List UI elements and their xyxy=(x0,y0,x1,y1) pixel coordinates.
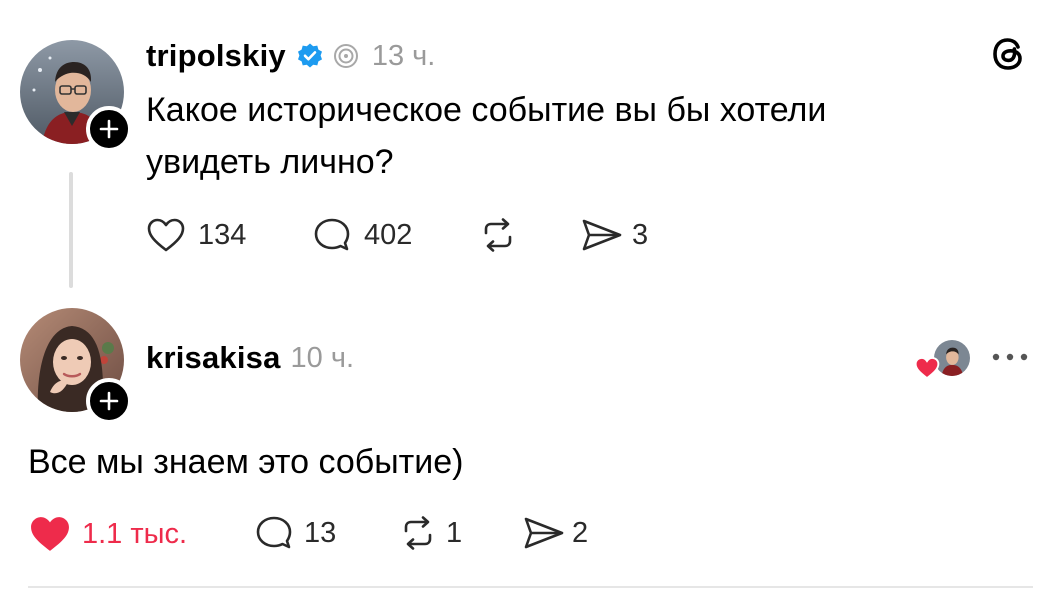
comment-icon xyxy=(256,516,292,549)
more-icon[interactable] xyxy=(990,350,1030,369)
post-time: 13 ч. xyxy=(371,39,436,72)
threads-logo-icon[interactable] xyxy=(988,34,1028,79)
plus-icon xyxy=(99,391,119,411)
heart-icon xyxy=(147,218,185,252)
repost-icon xyxy=(404,516,432,550)
reply-button[interactable]: 402 xyxy=(312,216,412,254)
like-count: 1.1 тыс. xyxy=(82,517,188,550)
share-count: 2 xyxy=(572,516,589,549)
post-text-line: Какое историческое событие вы бы хотели xyxy=(146,91,827,129)
heart-icon xyxy=(914,356,940,385)
reply-time: 10 ч. xyxy=(290,341,355,374)
reply-button[interactable]: 13 xyxy=(254,514,336,552)
reply-text: Все мы знаем это событие) xyxy=(28,443,464,481)
like-button[interactable]: 1.1 тыс. xyxy=(28,514,187,554)
like-button[interactable]: 134 xyxy=(146,216,246,254)
thread-line xyxy=(69,172,73,288)
repost-button[interactable]: 1 xyxy=(398,514,462,552)
post-username[interactable]: tripolskiy xyxy=(146,38,286,74)
liked-by-author-indicator xyxy=(914,338,972,380)
share-button[interactable]: 2 xyxy=(522,514,588,552)
share-icon xyxy=(524,517,564,549)
comment-icon xyxy=(314,218,350,251)
post-header: tripolskiy 13 ч. xyxy=(146,36,435,76)
post-text: Какое историческое событие вы бы хотели … xyxy=(146,84,946,188)
reply-username[interactable]: krisakisa xyxy=(146,340,281,376)
share-count: 3 xyxy=(632,218,649,251)
repost-count: 1 xyxy=(446,516,463,549)
follow-plus-button[interactable] xyxy=(86,106,132,152)
repost-icon xyxy=(484,218,512,252)
post-actions: 134 402 3 xyxy=(146,212,706,258)
verified-badge-icon xyxy=(296,42,324,70)
share-icon xyxy=(582,219,622,251)
reply-count: 402 xyxy=(364,218,413,251)
plus-icon xyxy=(99,119,119,139)
reply-header: krisakisa 10 ч. xyxy=(146,338,354,378)
like-count: 134 xyxy=(198,218,247,251)
reply-count: 13 xyxy=(304,516,337,549)
activity-icon xyxy=(332,42,360,70)
post-text-line: увидеть лично? xyxy=(146,143,394,181)
divider xyxy=(28,586,1033,588)
reply-actions: 1.1 тыс. 13 1 2 xyxy=(28,510,648,556)
heart-icon xyxy=(31,517,69,551)
follow-plus-button[interactable] xyxy=(86,378,132,424)
repost-button[interactable] xyxy=(478,216,518,254)
share-button[interactable]: 3 xyxy=(580,216,648,254)
